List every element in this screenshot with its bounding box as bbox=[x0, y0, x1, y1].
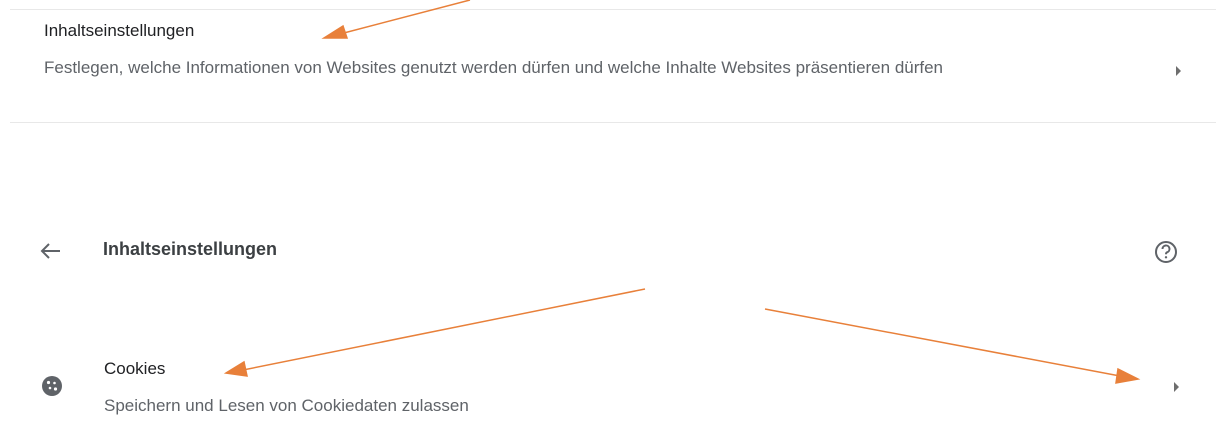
subpage-header: Inhaltseinstellungen bbox=[0, 222, 1216, 278]
chevron-right-icon bbox=[1176, 66, 1181, 76]
arrow-back-icon bbox=[40, 243, 60, 259]
content-settings-description: Festlegen, welche Informationen von Webs… bbox=[44, 58, 944, 77]
content-settings-row[interactable]: Inhaltseinstellungen Festlegen, welche I… bbox=[0, 10, 1216, 122]
back-button[interactable] bbox=[34, 234, 74, 268]
cookies-title: Cookies bbox=[104, 359, 166, 378]
cookies-row[interactable]: Cookies Speichern und Lesen von Cookieda… bbox=[0, 348, 1216, 428]
page-title: Inhaltseinstellungen bbox=[103, 239, 278, 259]
cookies-description: Speichern und Lesen von Cookiedaten zula… bbox=[104, 396, 469, 415]
help-button[interactable] bbox=[1150, 236, 1182, 268]
bottom-divider bbox=[10, 122, 1216, 123]
cookie-icon bbox=[42, 376, 62, 396]
chevron-right-icon bbox=[1174, 382, 1179, 392]
help-circle-icon bbox=[1155, 241, 1177, 263]
content-settings-title: Inhaltseinstellungen bbox=[44, 21, 195, 40]
